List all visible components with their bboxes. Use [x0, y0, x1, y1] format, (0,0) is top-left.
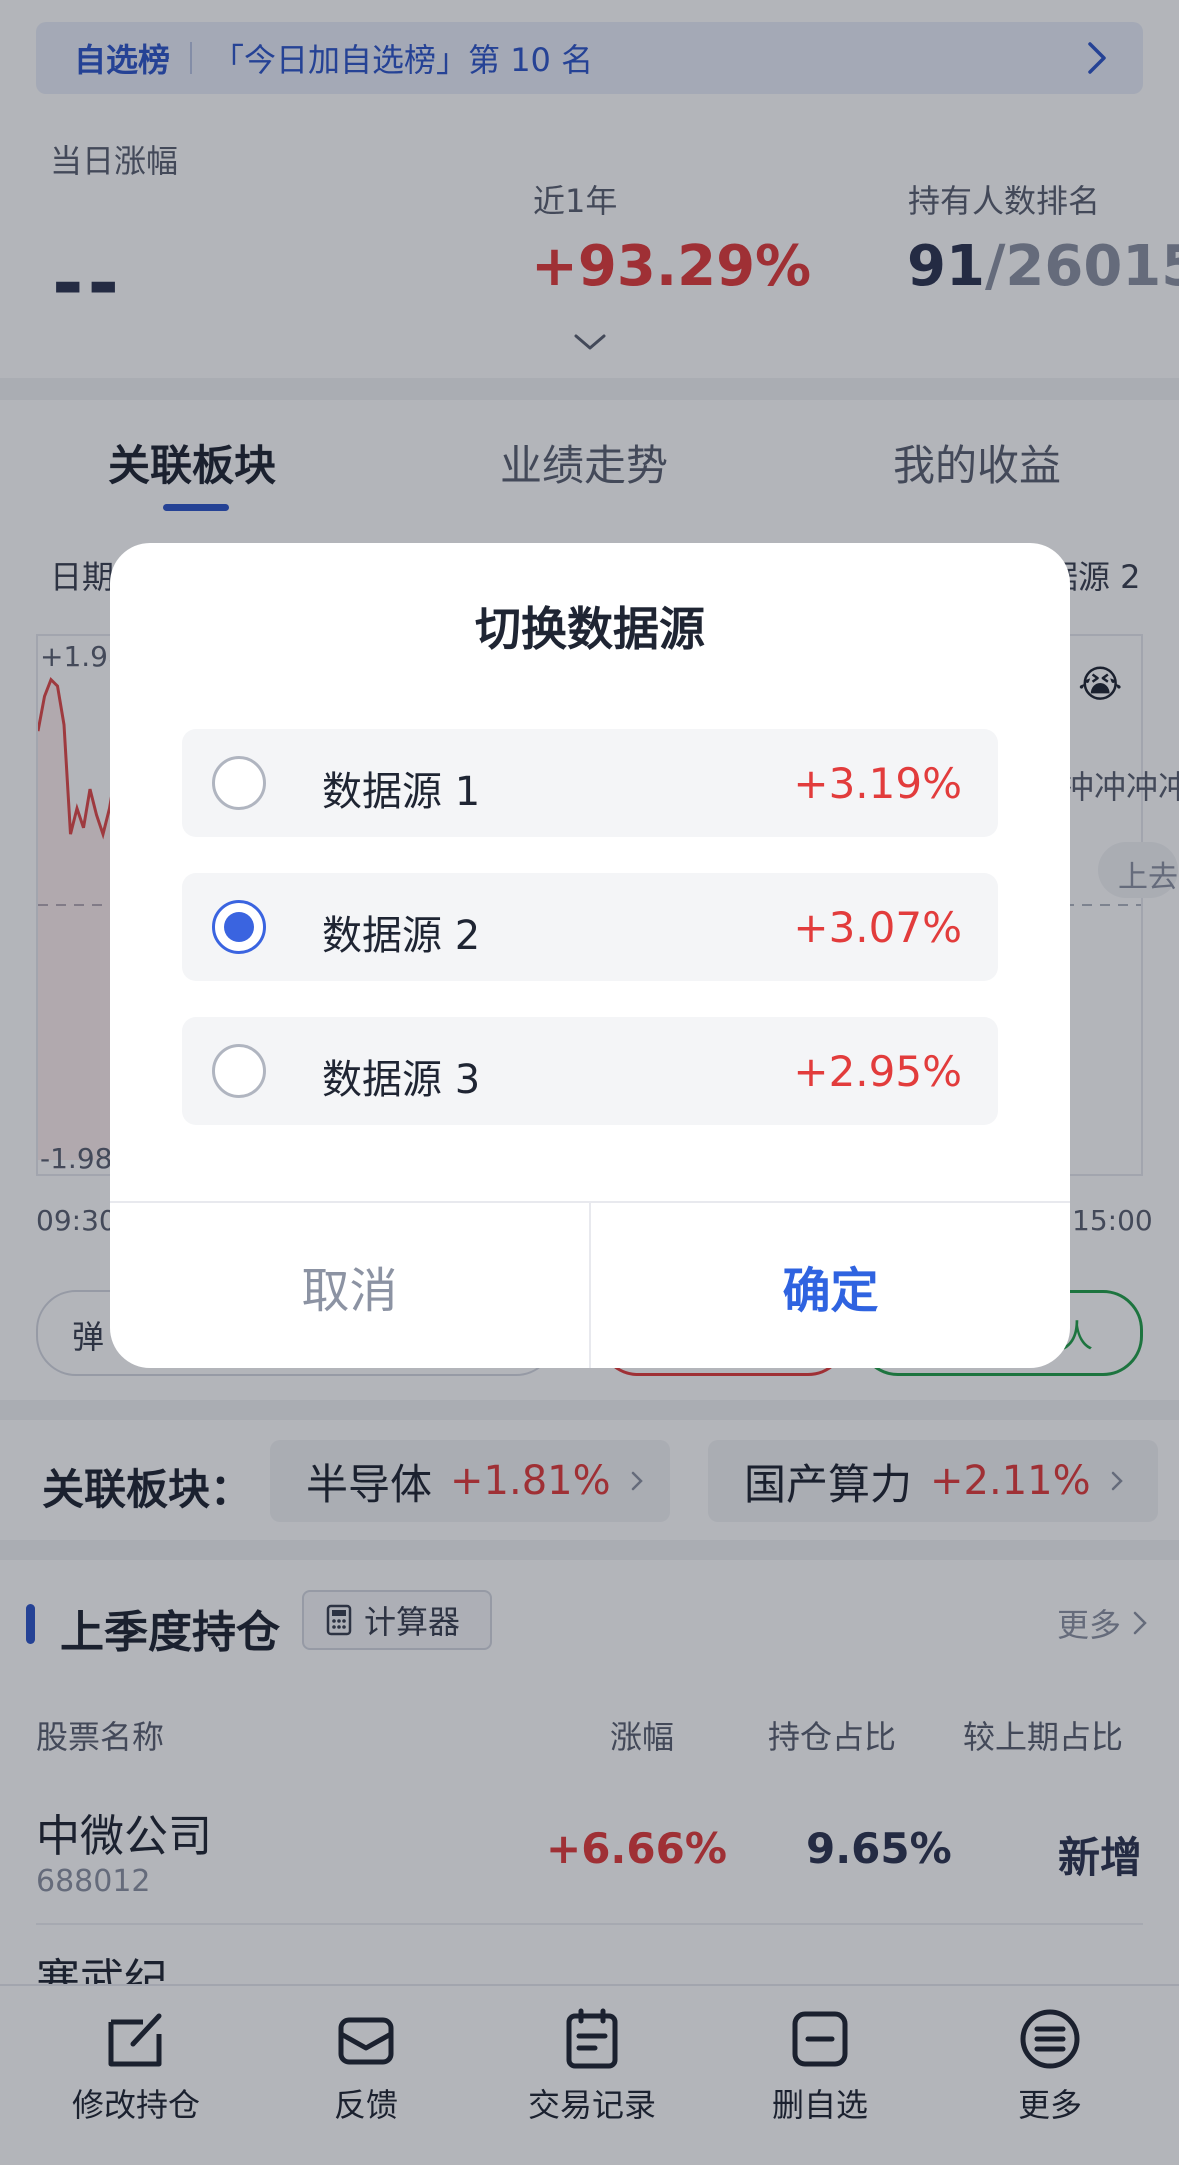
radio-button-selected[interactable]	[212, 900, 266, 954]
source-change: +2.95%	[793, 1047, 962, 1096]
radio-button[interactable]	[212, 756, 266, 810]
source-label: 数据源 2	[322, 913, 481, 959]
source-label: 数据源 1	[322, 769, 481, 815]
source-change: +3.19%	[793, 759, 962, 808]
radio-button[interactable]	[212, 1044, 266, 1098]
source-label: 数据源 3	[322, 1057, 481, 1103]
switch-source-dialog: 切换数据源 数据源 1 +3.19% 数据源 2 +3.07% 数据源 3 +2…	[110, 543, 1070, 1368]
source-option-1[interactable]: 数据源 1 +3.19%	[182, 729, 998, 837]
source-option-3[interactable]: 数据源 3 +2.95%	[182, 1017, 998, 1125]
cancel-button[interactable]: 取消	[110, 1203, 589, 1368]
confirm-button[interactable]: 确定	[591, 1203, 1070, 1368]
dialog-title: 切换数据源	[475, 602, 705, 656]
source-option-2[interactable]: 数据源 2 +3.07%	[182, 873, 998, 981]
source-change: +3.07%	[793, 903, 962, 952]
